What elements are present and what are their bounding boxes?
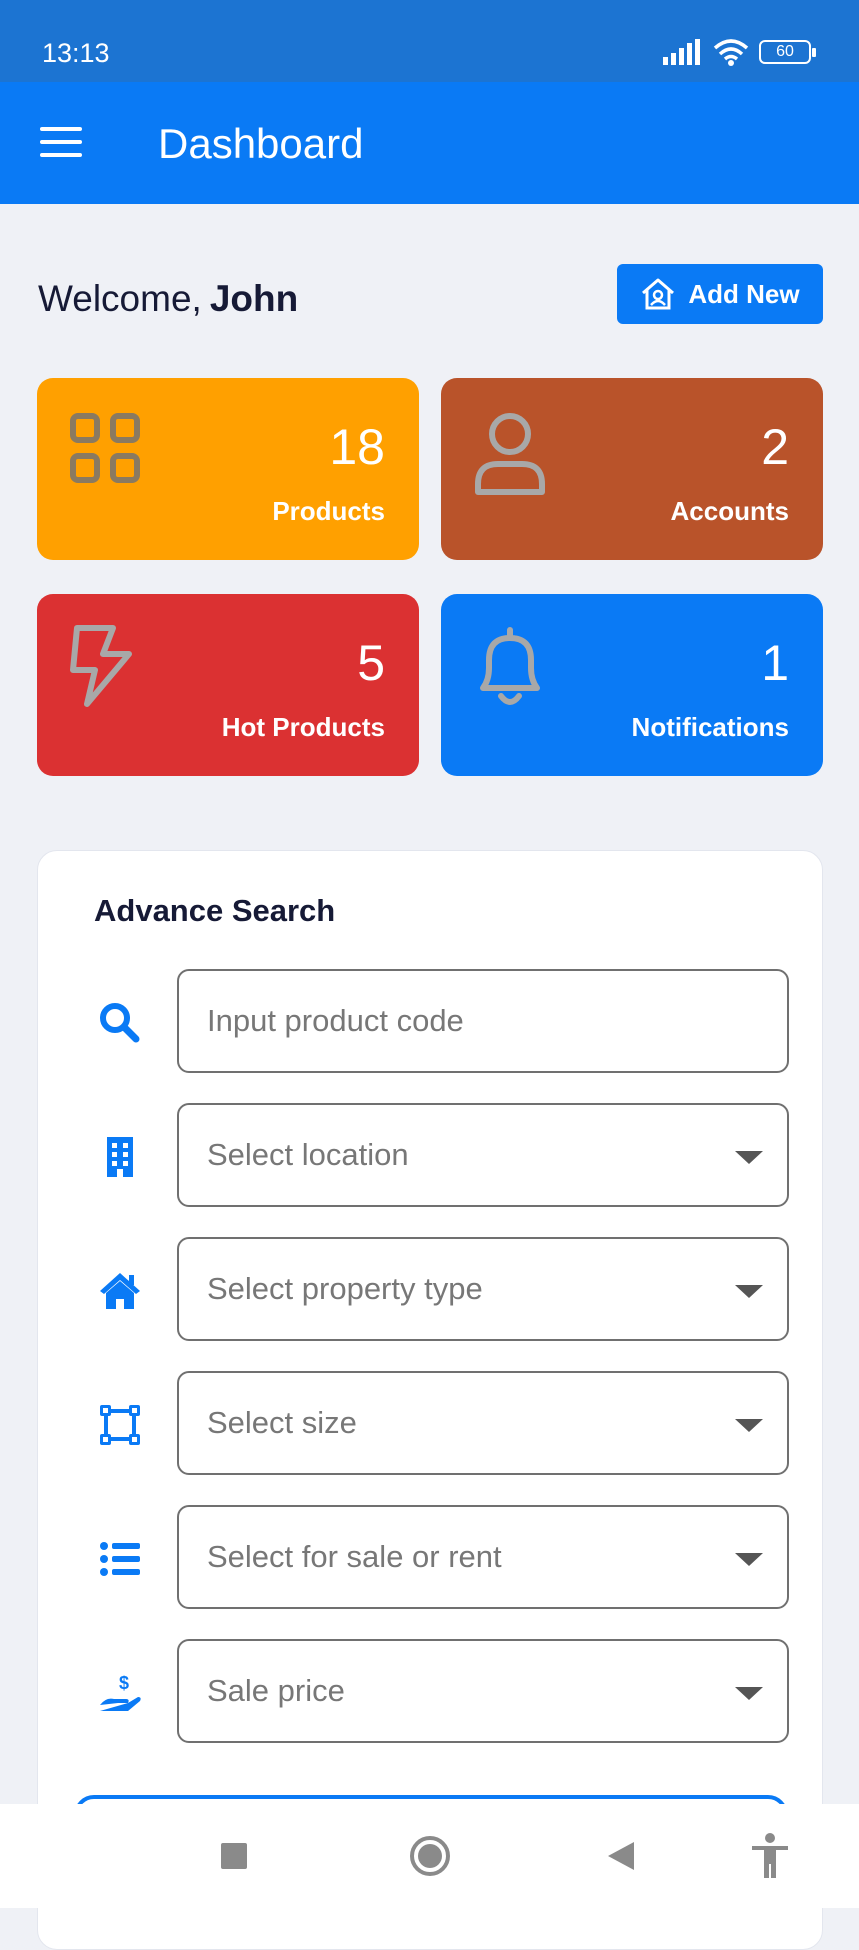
chevron-down-icon bbox=[735, 1687, 763, 1700]
chevron-down-icon bbox=[735, 1553, 763, 1566]
sale-price-placeholder: Sale price bbox=[207, 1673, 345, 1708]
list-icon bbox=[100, 1542, 140, 1576]
battery-level: 60 bbox=[776, 43, 794, 60]
sale-rent-placeholder: Select for sale or rent bbox=[207, 1539, 502, 1574]
user-icon bbox=[475, 413, 545, 495]
battery-icon: 60 bbox=[759, 40, 816, 64]
app-bar: Dashboard bbox=[0, 82, 859, 204]
stat-card-products[interactable]: 18 Products bbox=[37, 378, 419, 560]
system-nav-bar bbox=[0, 1804, 859, 1908]
grid-icon bbox=[70, 413, 140, 483]
back-icon[interactable] bbox=[606, 1840, 636, 1872]
welcome-text: Welcome, John bbox=[38, 278, 298, 320]
product-code-input[interactable] bbox=[207, 1003, 787, 1039]
location-select[interactable]: Select location bbox=[177, 1103, 789, 1207]
property-type-select[interactable]: Select property type bbox=[177, 1237, 789, 1341]
chevron-down-icon bbox=[735, 1285, 763, 1298]
lightning-icon bbox=[70, 625, 132, 707]
svg-text:$: $ bbox=[119, 1673, 129, 1693]
sale-price-row: $ Sale price bbox=[38, 1639, 824, 1743]
product-code-row bbox=[38, 969, 824, 1073]
advance-search-panel: Advance Search Select location bbox=[37, 850, 823, 1950]
sale-price-select[interactable]: Sale price bbox=[177, 1639, 789, 1743]
stat-value: 1 bbox=[761, 635, 789, 691]
stat-label: Products bbox=[272, 496, 385, 526]
location-row: Select location bbox=[38, 1103, 824, 1207]
signal-icon bbox=[663, 39, 700, 65]
stat-label: Notifications bbox=[631, 712, 789, 742]
stat-value: 18 bbox=[329, 419, 385, 475]
price-icon: $ bbox=[100, 1673, 141, 1711]
recent-apps-icon[interactable] bbox=[220, 1842, 248, 1870]
status-time: 13:13 bbox=[42, 38, 110, 68]
sale-rent-row: Select for sale or rent bbox=[38, 1505, 824, 1609]
status-icons: 60 bbox=[663, 38, 816, 66]
home-add-icon bbox=[642, 278, 675, 310]
bell-icon bbox=[480, 627, 540, 705]
product-code-field[interactable] bbox=[177, 969, 789, 1073]
size-placeholder: Select size bbox=[207, 1405, 357, 1440]
stat-value: 2 bbox=[761, 419, 789, 475]
location-placeholder: Select location bbox=[207, 1137, 409, 1172]
welcome-greeting: Welcome, bbox=[38, 278, 202, 319]
add-new-label: Add New bbox=[688, 278, 800, 309]
chevron-down-icon bbox=[735, 1419, 763, 1432]
stat-label: Accounts bbox=[670, 496, 789, 526]
chevron-down-icon bbox=[735, 1151, 763, 1164]
add-new-button[interactable]: Add New bbox=[617, 264, 823, 324]
stat-card-hot-products[interactable]: 5 Hot Products bbox=[37, 594, 419, 776]
property-type-row: Select property type bbox=[38, 1237, 824, 1341]
size-select[interactable]: Select size bbox=[177, 1371, 789, 1475]
stat-value: 5 bbox=[357, 635, 385, 691]
property-type-placeholder: Select property type bbox=[207, 1271, 483, 1306]
accessibility-icon[interactable] bbox=[750, 1832, 790, 1880]
building-icon bbox=[107, 1137, 133, 1177]
stat-card-notifications[interactable]: 1 Notifications bbox=[441, 594, 823, 776]
stat-card-accounts[interactable]: 2 Accounts bbox=[441, 378, 823, 560]
stat-label: Hot Products bbox=[221, 712, 385, 742]
search-icon bbox=[100, 1003, 140, 1043]
wifi-icon bbox=[713, 39, 749, 66]
size-icon bbox=[100, 1405, 140, 1445]
page-title: Dashboard bbox=[158, 120, 364, 167]
sale-rent-select[interactable]: Select for sale or rent bbox=[177, 1505, 789, 1609]
home-button-icon[interactable] bbox=[408, 1834, 452, 1878]
home-icon bbox=[100, 1273, 140, 1309]
welcome-name: John bbox=[209, 278, 299, 319]
size-row: Select size bbox=[38, 1371, 824, 1475]
menu-icon[interactable] bbox=[40, 127, 82, 159]
advance-search-title: Advance Search bbox=[94, 893, 336, 928]
status-bar: 13:13 60 bbox=[0, 0, 859, 82]
